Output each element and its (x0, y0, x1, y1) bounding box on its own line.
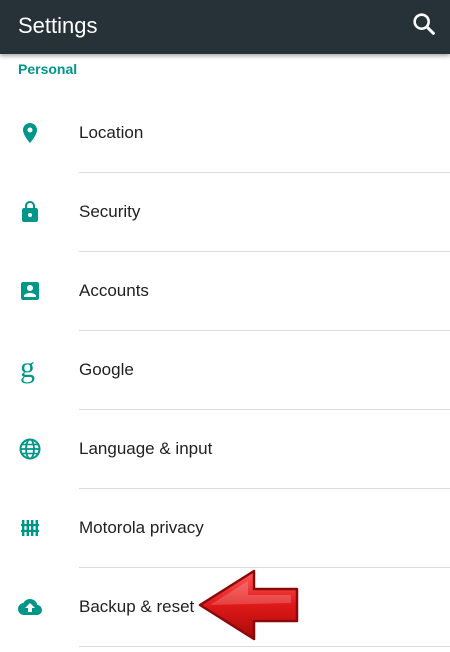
settings-item-motorola-privacy[interactable]: Motorola privacy (0, 489, 450, 568)
settings-item-location[interactable]: Location (0, 94, 450, 173)
divider (79, 646, 450, 647)
app-bar: Settings (0, 0, 450, 54)
location-pin-icon (23, 123, 37, 143)
globe-icon (19, 438, 41, 460)
google-g-icon: g (20, 351, 35, 384)
settings-item-label: Motorola privacy (79, 518, 204, 537)
settings-list: Location Security Accounts g Google Lang… (0, 94, 450, 647)
search-button[interactable] (410, 10, 438, 38)
settings-screen: Settings Personal Location Security Acco… (0, 0, 450, 652)
settings-item-label: Location (79, 123, 144, 142)
cloud-upload-icon (18, 599, 42, 615)
settings-item-language-input[interactable]: Language & input (0, 410, 450, 489)
settings-item-label: Security (79, 202, 141, 221)
motorola-privacy-icon (21, 520, 39, 536)
section-header-personal: Personal (18, 61, 78, 77)
settings-item-accounts[interactable]: Accounts (0, 252, 450, 331)
search-icon (413, 13, 435, 35)
page-title: Settings (18, 13, 98, 38)
settings-item-security[interactable]: Security (0, 173, 450, 252)
lock-icon (22, 201, 38, 222)
settings-item-label: Language & input (79, 439, 213, 458)
settings-item-label: Google (79, 360, 134, 379)
account-box-icon (21, 282, 39, 300)
red-arrow-pointer-icon (198, 569, 299, 641)
settings-item-google[interactable]: g Google (0, 331, 450, 410)
settings-item-label: Accounts (79, 281, 149, 300)
settings-item-label: Backup & reset (79, 597, 195, 616)
